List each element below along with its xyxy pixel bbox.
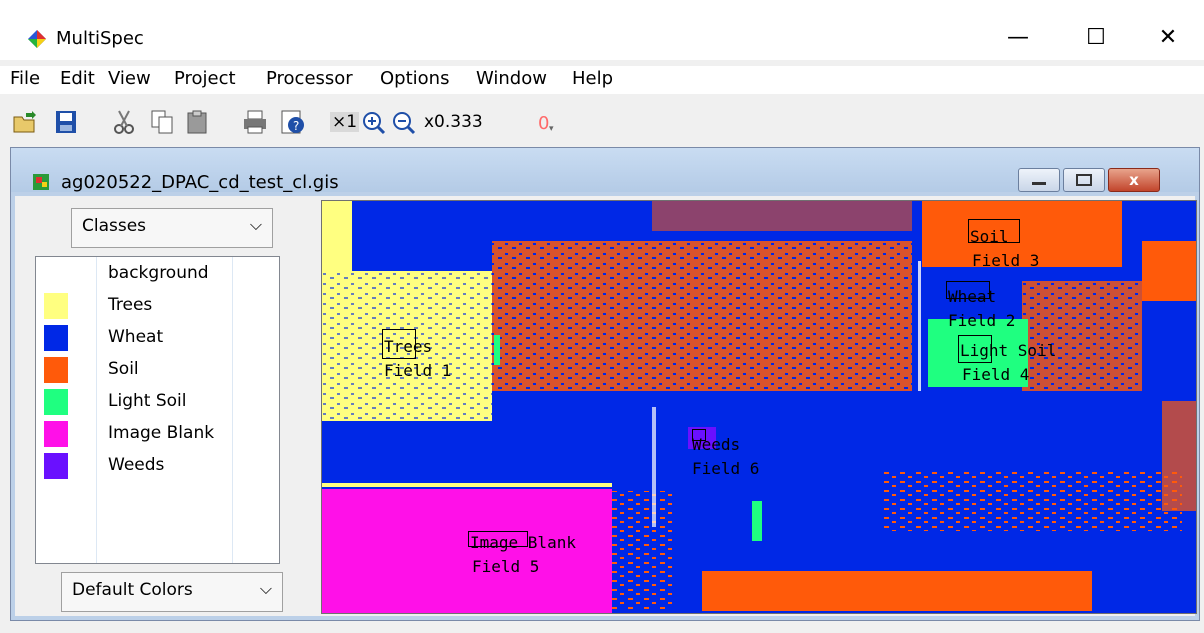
close-button[interactable]: ✕ (1138, 18, 1198, 58)
field-label: Field 3 (972, 251, 1040, 270)
legend-item-image-blank[interactable]: Image Blank (36, 417, 279, 449)
legend-swatch (44, 325, 68, 351)
field-label: Soil (970, 227, 1009, 246)
paste-icon[interactable] (186, 109, 210, 135)
field-label: Wheat (948, 287, 997, 306)
save-icon[interactable] (54, 109, 78, 135)
print-icon[interactable] (242, 109, 268, 135)
legend-swatch (44, 293, 68, 319)
legend-swatch (44, 357, 68, 383)
legend-item-trees[interactable]: Trees (36, 289, 279, 321)
minimize-button[interactable]: — (988, 18, 1048, 58)
field-label: Field 5 (472, 557, 540, 576)
info-icon[interactable]: ? (280, 109, 306, 135)
chevron-down-icon: ⌵ (259, 579, 272, 598)
svg-text:0: 0 (538, 113, 549, 134)
menu-bar: File Edit View Project Processor Options… (0, 66, 1204, 94)
menu-project[interactable]: Project (174, 68, 236, 89)
field-label: Field 1 (384, 361, 452, 380)
menu-window[interactable]: Window (476, 68, 547, 89)
copy-icon[interactable] (150, 109, 174, 135)
legend-item-label: Trees (108, 295, 153, 315)
legend-item-light-soil[interactable]: Light Soil (36, 385, 279, 417)
image-window-body: Classes ⌵ background Trees Wheat Soil Li… (15, 196, 1197, 616)
legend-item-wheat[interactable]: Wheat (36, 321, 279, 353)
image-window: ag020522_DPAC_cd_test_cl.gis x Classes ⌵… (10, 147, 1200, 621)
overlay-icon[interactable]: 0 ▾ (536, 109, 562, 135)
svg-text:▾: ▾ (549, 124, 554, 134)
field-label: Field 2 (948, 311, 1016, 330)
app-title-bar: MultiSpec — ☐ ✕ (0, 0, 1204, 60)
classified-image (322, 201, 1196, 613)
legend-item-label: Image Blank (108, 423, 215, 443)
restore-icon (1076, 174, 1092, 186)
field-label: Field 4 (962, 365, 1030, 384)
palette-select[interactable]: Default Colors ⌵ (61, 572, 283, 612)
legend-item-label: Weeds (108, 455, 165, 475)
toolbar: ? ×1 x0.333 0 ▾ (0, 103, 1204, 141)
image-window-title-bar: ag020522_DPAC_cd_test_cl.gis x (11, 148, 1199, 193)
menu-edit[interactable]: Edit (60, 68, 95, 89)
zoom-1x-button[interactable]: ×1 (330, 112, 360, 132)
menu-view[interactable]: View (108, 68, 151, 89)
legend-item-weeds[interactable]: Weeds (36, 449, 279, 481)
legend-item-label: background (108, 263, 209, 283)
legend-item-label: Light Soil (108, 391, 187, 411)
menu-options[interactable]: Options (380, 68, 449, 89)
image-window-minimize-button[interactable] (1018, 168, 1060, 192)
app-title: MultiSpec (56, 28, 144, 49)
zoom-in-icon[interactable] (362, 109, 386, 135)
field-label: Light Soil (960, 341, 1057, 360)
legend-item-label: Wheat (108, 327, 164, 347)
legend-item-soil[interactable]: Soil (36, 353, 279, 385)
chevron-down-icon: ⌵ (249, 215, 262, 234)
legend-item-label: Soil (108, 359, 139, 379)
legend-swatch (44, 453, 68, 479)
maximize-button[interactable]: ☐ (1066, 18, 1126, 58)
image-window-close-button[interactable]: x (1108, 168, 1160, 192)
image-window-restore-button[interactable] (1063, 168, 1105, 192)
open-icon[interactable] (12, 109, 38, 135)
field-label: Trees (384, 337, 433, 356)
palette-value: Default Colors (72, 580, 193, 600)
field-label: Weeds (692, 435, 741, 454)
image-window-icon (33, 174, 49, 190)
classified-image-canvas[interactable]: Trees Field 1 Soil Field 3 Wheat Field 2… (321, 200, 1197, 614)
field-label: Image Blank (470, 533, 576, 552)
zoom-level: x0.333 (424, 112, 483, 132)
menu-file[interactable]: File (10, 68, 40, 89)
field-label: Field 6 (692, 459, 760, 478)
cut-icon[interactable] (112, 109, 136, 135)
menu-processor[interactable]: Processor (266, 68, 353, 89)
legend-item-background[interactable]: background (36, 257, 279, 289)
class-legend-list[interactable]: background Trees Wheat Soil Light Soil I… (35, 256, 280, 564)
zoom-out-icon[interactable] (392, 109, 416, 135)
display-mode-value: Classes (82, 216, 147, 236)
minimize-icon (1032, 182, 1046, 185)
menu-help[interactable]: Help (572, 68, 613, 89)
legend-swatch (44, 421, 68, 447)
svg-text:?: ? (293, 119, 299, 133)
legend-swatch (44, 389, 68, 415)
image-window-title: ag020522_DPAC_cd_test_cl.gis (61, 172, 339, 193)
multispec-logo-icon (28, 30, 46, 48)
display-mode-select[interactable]: Classes ⌵ (71, 208, 273, 248)
